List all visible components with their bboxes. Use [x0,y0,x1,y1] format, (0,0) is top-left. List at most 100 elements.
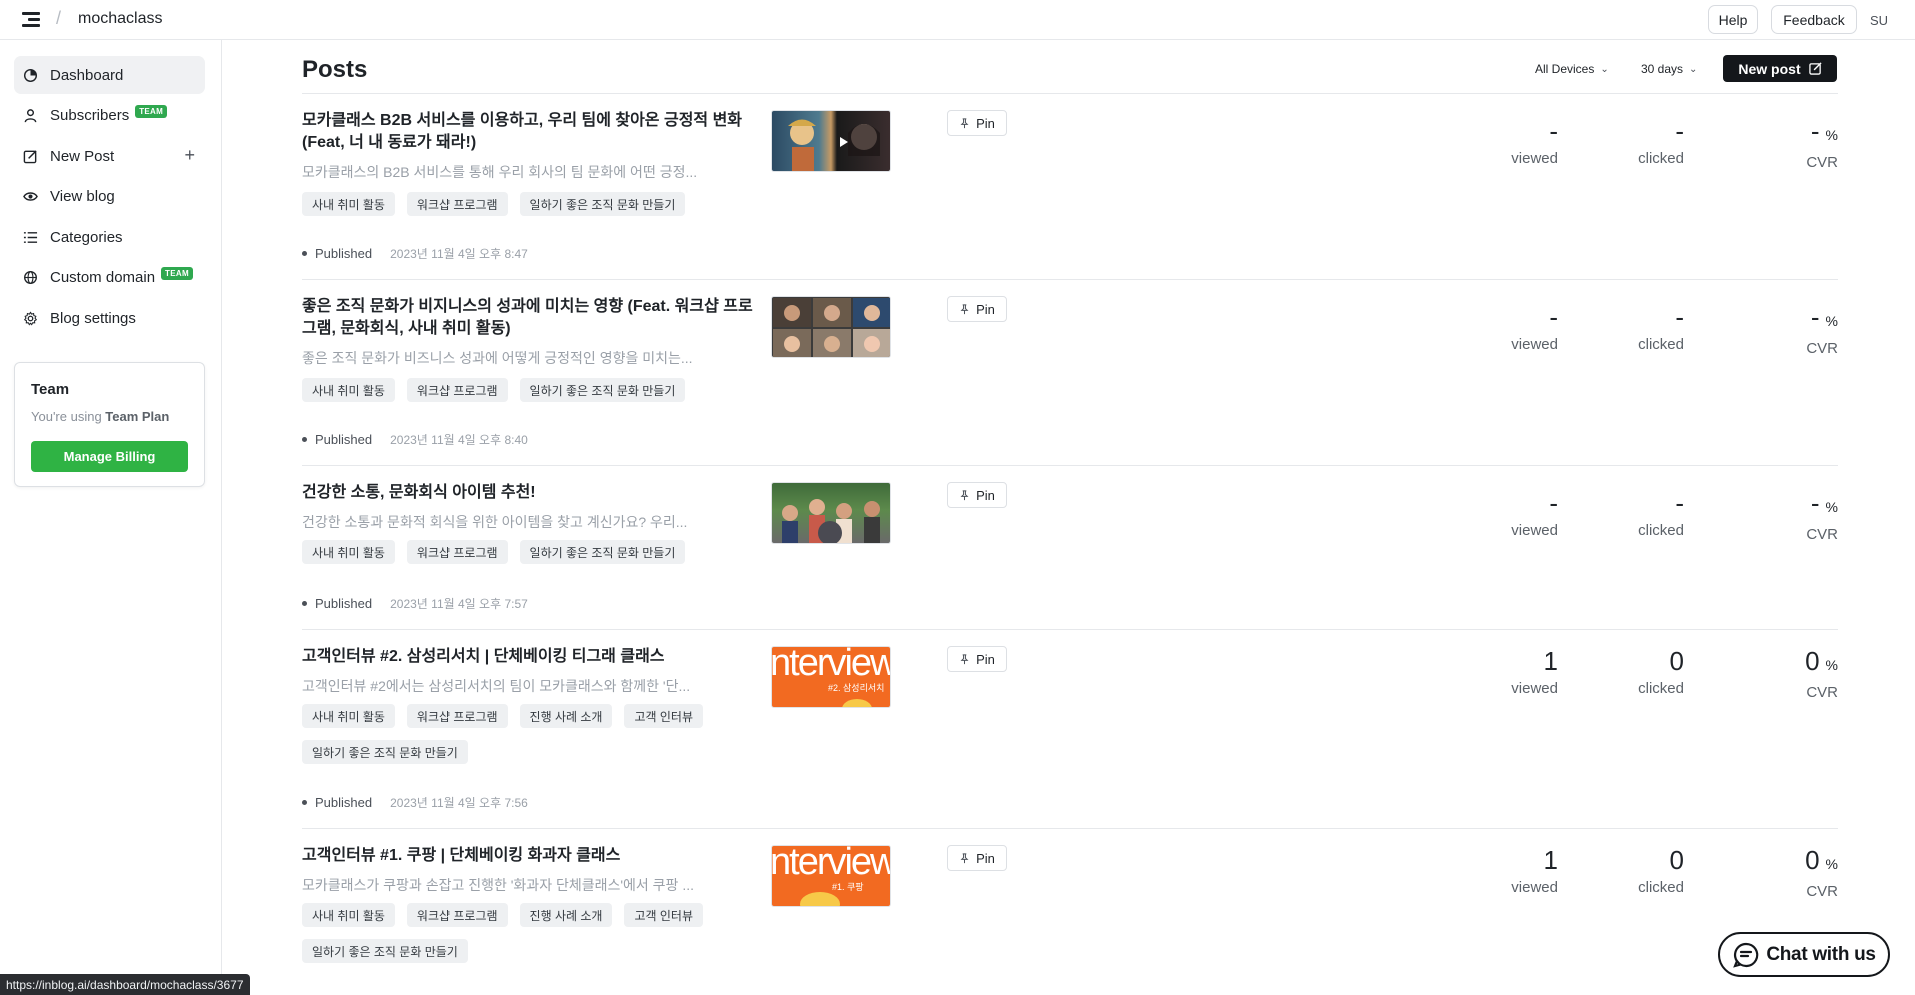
tag[interactable]: 일하기 좋은 조직 문화 만들기 [302,939,468,963]
tag[interactable]: 고객 인터뷰 [624,903,704,927]
cvr-stat: 0% CVR [1718,646,1838,701]
new-post-button[interactable]: New post [1723,55,1837,82]
user-icon [22,107,38,123]
clicked-value: - [1675,116,1684,146]
post-row[interactable]: 모카클래스 B2B 서비스를 이용하고, 우리 팀에 찾아온 긍정적 변화 (F… [302,110,1838,280]
chat-icon [1733,942,1759,968]
add-icon[interactable]: + [184,145,195,166]
sidebar-item-view-blog[interactable]: View blog [14,177,205,215]
publish-time: 2023년 11월 4일 오후 8:40 [390,433,528,447]
cvr-stat: -% CVR [1718,488,1838,543]
sidebar: Dashboard Subscribers TEAM New Post + Vi… [0,40,222,995]
workspace-name[interactable]: mochaclass [78,10,162,28]
tag[interactable]: 진행 사례 소개 [519,704,613,728]
sidebar-item-blog-settings[interactable]: Blog settings [14,299,205,337]
percent-sign: % [1825,127,1838,143]
publish-time: 2023년 11월 4일 오후 7:57 [390,597,528,611]
post-status: Published 2023년 11월 4일 오후 8:40 [302,431,528,448]
tag[interactable]: 워크샵 프로그램 [406,378,508,402]
viewed-stat: - viewed [1438,302,1558,353]
tag[interactable]: 워크샵 프로그램 [406,704,508,728]
pin-icon [960,489,969,500]
tag[interactable]: 워크샵 프로그램 [406,540,508,564]
post-title[interactable]: 좋은 조직 문화가 비지니스의 성과에 미치는 영향 (Feat. 워크샵 프로… [302,296,757,340]
avatar[interactable]: SU [1866,7,1892,33]
post-excerpt: 건강한 소통과 문화적 회식을 위한 아이템을 찾고 계신가요? 우리... [302,514,688,530]
chat-with-us-button[interactable]: Chat with us [1718,932,1890,977]
tag[interactable]: 워크샵 프로그램 [406,903,508,927]
percent-sign: % [1825,657,1838,673]
post-row[interactable]: 고객인터뷰 #2. 삼성리서치 | 단체베이킹 티그래 클래스 고객인터뷰 #2… [302,646,1838,826]
status-dot [302,251,307,256]
tag[interactable]: 진행 사례 소개 [519,903,613,927]
tag[interactable]: 사내 취미 활동 [302,192,395,216]
tag[interactable]: 일하기 좋은 조직 문화 만들기 [519,378,686,402]
cvr-value: - [1810,116,1820,146]
sidebar-item-subscribers[interactable]: Subscribers TEAM [14,96,205,134]
post-title[interactable]: 모카클래스 B2B 서비스를 이용하고, 우리 팀에 찾아온 긍정적 변화 (F… [302,110,757,154]
post-title[interactable]: 고객인터뷰 #2. 삼성리서치 | 단체베이킹 티그래 클래스 [302,646,757,668]
help-button[interactable]: Help [1708,5,1758,34]
device-filter-select[interactable]: All Devices ⌄ [1535,62,1609,76]
viewed-label: viewed [1511,336,1558,353]
post-excerpt: 모카클래스의 B2B 서비스를 통해 우리 회사의 팀 문화에 어떤 긍정... [302,164,698,180]
tag[interactable]: 일하기 좋은 조직 문화 만들기 [519,192,686,216]
period-filter-value: 30 days [1641,62,1684,76]
pin-icon [960,117,969,128]
sidebar-item-dashboard[interactable]: Dashboard [14,56,205,94]
feedback-button[interactable]: Feedback [1771,5,1857,34]
pin-label: Pin [976,301,995,317]
logo-icon[interactable] [22,12,40,28]
external-edit-icon [1808,62,1822,75]
row-divider [302,279,1838,280]
tag[interactable]: 워크샵 프로그램 [406,192,508,216]
team-card-subtitle: You're using Team Plan [31,409,169,424]
viewed-label: viewed [1511,150,1558,167]
sidebar-item-custom-domain[interactable]: Custom domain TEAM [14,258,205,296]
thumbnail-text: nterview [771,646,891,684]
post-title[interactable]: 건강한 소통, 문화회식 아이템 추천! [302,482,757,504]
pin-button[interactable]: Pin [947,646,1007,672]
post-thumbnail[interactable]: nterview #2. 삼성리서치 [771,646,891,708]
cvr-label: CVR [1806,340,1838,357]
post-row[interactable]: 좋은 조직 문화가 비지니스의 성과에 미치는 영향 (Feat. 워크샵 프로… [302,296,1838,466]
pin-button[interactable]: Pin [947,296,1007,322]
viewed-label: viewed [1511,522,1558,539]
post-thumbnail[interactable]: nterview #1. 쿠팡 [771,845,891,907]
row-divider [302,465,1838,466]
post-thumbnail[interactable] [771,482,891,544]
row-divider [302,828,1838,829]
pin-button[interactable]: Pin [947,110,1007,136]
sidebar-item-new-post[interactable]: New Post + [14,137,205,175]
tag[interactable]: 사내 취미 활동 [302,903,395,927]
post-thumbnail[interactable] [771,296,891,358]
sidebar-item-label: New Post [50,147,115,165]
chevron-down-icon: ⌄ [1689,63,1698,75]
status-dot [302,601,307,606]
tag[interactable]: 고객 인터뷰 [624,704,704,728]
sidebar-item-categories[interactable]: Categories [14,218,205,256]
post-thumbnail[interactable] [771,110,891,172]
tag[interactable]: 일하기 좋은 조직 문화 만들기 [302,740,468,764]
clicked-label: clicked [1638,522,1684,539]
post-excerpt: 모카클래스가 쿠팡과 손잡고 진행한 '화과자 단체클래스'에서 쿠팡 ... [302,877,695,893]
pin-button[interactable]: Pin [947,482,1007,508]
post-row[interactable]: 고객인터뷰 #1. 쿠팡 | 단체베이킹 화과자 클래스 모카클래스가 쿠팡과 … [302,845,1838,995]
cvr-stat: 0% CVR [1718,845,1838,900]
pin-button[interactable]: Pin [947,845,1007,871]
globe-icon [22,269,38,285]
tag[interactable]: 사내 취미 활동 [302,540,395,564]
tag[interactable]: 사내 취미 활동 [302,704,395,728]
post-status: Published 2023년 11월 4일 오후 8:47 [302,245,528,262]
viewed-stat: - viewed [1438,116,1558,167]
sidebar-item-label: Dashboard [50,66,124,84]
tag[interactable]: 일하기 좋은 조직 문화 만들기 [519,540,686,564]
manage-billing-button[interactable]: Manage Billing [31,441,188,472]
viewed-value: - [1549,302,1558,332]
tag[interactable]: 사내 취미 활동 [302,378,395,402]
period-filter-select[interactable]: 30 days ⌄ [1641,62,1697,76]
post-row[interactable]: 건강한 소통, 문화회식 아이템 추천! 건강한 소통과 문화적 회식을 위한 … [302,482,1838,632]
publish-time: 2023년 11월 4일 오후 7:56 [390,796,528,810]
post-title[interactable]: 고객인터뷰 #1. 쿠팡 | 단체베이킹 화과자 클래스 [302,845,757,867]
dashboard-icon [22,67,38,83]
